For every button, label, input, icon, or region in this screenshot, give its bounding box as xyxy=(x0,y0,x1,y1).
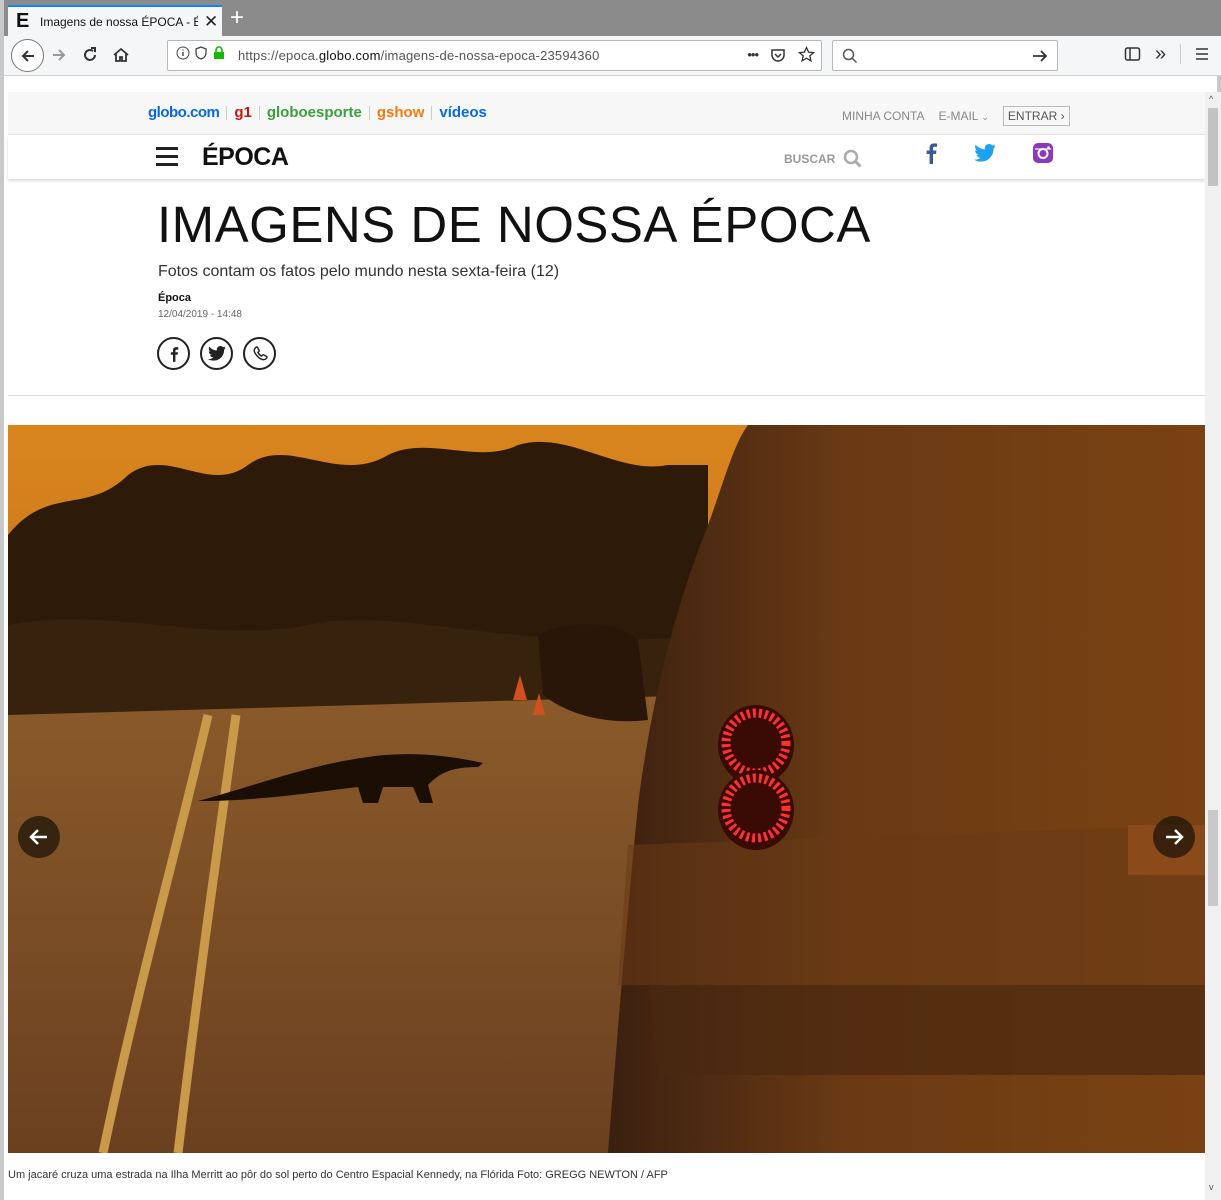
page-actions-icon[interactable]: ••• xyxy=(747,47,759,62)
share-buttons xyxy=(157,337,276,370)
share-twitter-button[interactable] xyxy=(200,337,233,370)
tracking-shield-icon[interactable] xyxy=(194,46,208,60)
scrollbar-track-highlight xyxy=(1208,810,1218,906)
email-menu[interactable]: E-MAIL ⌄ xyxy=(938,109,988,123)
active-tab[interactable]: E Imagens de nossa ÉPOCA - Épc ✕ xyxy=(8,5,222,36)
share-facebook-button[interactable] xyxy=(157,337,190,370)
gallery-photo[interactable] xyxy=(8,425,1205,1153)
search-icon xyxy=(842,48,858,64)
info-icon[interactable] xyxy=(176,46,190,60)
epoca-logo[interactable]: ÉPOCA xyxy=(202,143,289,172)
chevron-down-icon: ⌄ xyxy=(981,112,989,122)
globo-top-bar: globo.com g1 globoesporte gshow vídeos M… xyxy=(8,92,1205,135)
tab-strip: E Imagens de nossa ÉPOCA - Épc ✕ + xyxy=(4,0,1221,36)
home-icon[interactable] xyxy=(112,46,130,64)
menu-icon[interactable] xyxy=(1195,47,1209,61)
search-icon xyxy=(844,149,862,168)
url-security-icons xyxy=(176,46,226,60)
url-prefix: https://epoca. xyxy=(238,48,319,63)
lock-icon[interactable] xyxy=(212,46,226,60)
sidebar-icon[interactable] xyxy=(1124,46,1141,62)
article-date: 12/04/2019 - 14:48 xyxy=(158,309,242,320)
browser-window: E Imagens de nossa ÉPOCA - Épc ✕ + https… xyxy=(0,0,1221,1200)
link-globoesporte[interactable]: globoesporte xyxy=(267,104,362,121)
article-subtitle: Fotos contam os fatos pelo mundo nesta s… xyxy=(158,263,560,280)
globo-links: globo.com g1 globoesporte gshow vídeos xyxy=(148,104,487,121)
overflow-chevron-icon[interactable]: » xyxy=(1155,44,1166,64)
new-tab-icon[interactable]: + xyxy=(230,4,244,32)
divider xyxy=(258,105,260,120)
forward-icon[interactable] xyxy=(50,46,68,64)
twitter-icon xyxy=(207,346,226,361)
entrar-button[interactable]: ENTRAR › xyxy=(1002,106,1070,126)
back-button[interactable] xyxy=(11,39,44,72)
buscar-label: BUSCAR xyxy=(784,152,836,166)
buscar-button[interactable]: BUSCAR xyxy=(784,149,863,169)
photo-caption: Um jacaré cruza uma estrada na Ilha Merr… xyxy=(8,1169,668,1181)
site-header: ÉPOCA BUSCAR xyxy=(8,135,1205,179)
email-label: E-MAIL xyxy=(938,109,979,123)
article-author[interactable]: Época xyxy=(158,292,191,304)
tab-title: Imagens de nossa ÉPOCA - Épc xyxy=(40,14,198,29)
twitter-icon[interactable] xyxy=(974,144,996,162)
scroll-down-icon[interactable]: v xyxy=(1209,1182,1214,1192)
hamburger-menu-icon[interactable] xyxy=(156,147,178,171)
reload-icon[interactable] xyxy=(81,46,99,64)
divider xyxy=(226,105,228,120)
toolbar-divider xyxy=(1180,44,1182,64)
instagram-icon[interactable] xyxy=(1032,142,1054,164)
page-scrollbar[interactable]: ^ v xyxy=(1205,92,1221,1200)
alligator-sunset-photo xyxy=(8,425,1205,1153)
divider xyxy=(368,105,370,120)
scrollbar-thumb[interactable] xyxy=(1208,108,1218,186)
facebook-icon xyxy=(170,346,178,362)
facebook-icon[interactable] xyxy=(924,142,938,164)
url-path: /imagens-de-nossa-epoca-23594360 xyxy=(380,48,600,63)
url-bar[interactable]: https://epoca.globo.com/imagens-de-nossa… xyxy=(167,40,822,71)
arrow-right-icon xyxy=(1166,829,1184,845)
url-domain: globo.com xyxy=(318,48,381,63)
epoca-favicon-icon: E xyxy=(16,10,30,32)
navigation-bar: https://epoca.globo.com/imagens-de-nossa… xyxy=(4,36,1221,76)
link-gshow[interactable]: gshow xyxy=(377,104,425,121)
url-text[interactable]: https://epoca.globo.com/imagens-de-nossa… xyxy=(238,48,600,63)
search-input[interactable] xyxy=(832,40,1058,71)
section-divider xyxy=(8,395,1205,396)
gallery-prev-button[interactable] xyxy=(18,816,60,858)
link-g1[interactable]: g1 xyxy=(234,104,252,121)
scroll-up-icon[interactable]: ^ xyxy=(1209,94,1213,104)
link-videos[interactable]: vídeos xyxy=(439,104,487,121)
close-tab-icon[interactable]: ✕ xyxy=(204,12,218,32)
header-social-links xyxy=(924,142,1054,164)
pocket-icon[interactable] xyxy=(770,47,786,63)
bookmark-star-icon[interactable] xyxy=(798,46,815,63)
gallery-next-button[interactable] xyxy=(1153,816,1195,858)
whatsapp-icon xyxy=(253,345,268,360)
arrow-left-icon xyxy=(29,829,47,845)
share-whatsapp-button[interactable] xyxy=(243,337,276,370)
article-title: IMAGENS DE NOSSA ÉPOCA xyxy=(157,196,871,253)
go-arrow-icon[interactable] xyxy=(1031,48,1049,64)
divider xyxy=(431,105,433,120)
link-globo-com[interactable]: globo.com xyxy=(148,104,220,121)
arrow-left-icon xyxy=(21,49,34,62)
minha-conta-link[interactable]: MINHA CONTA xyxy=(842,109,924,123)
